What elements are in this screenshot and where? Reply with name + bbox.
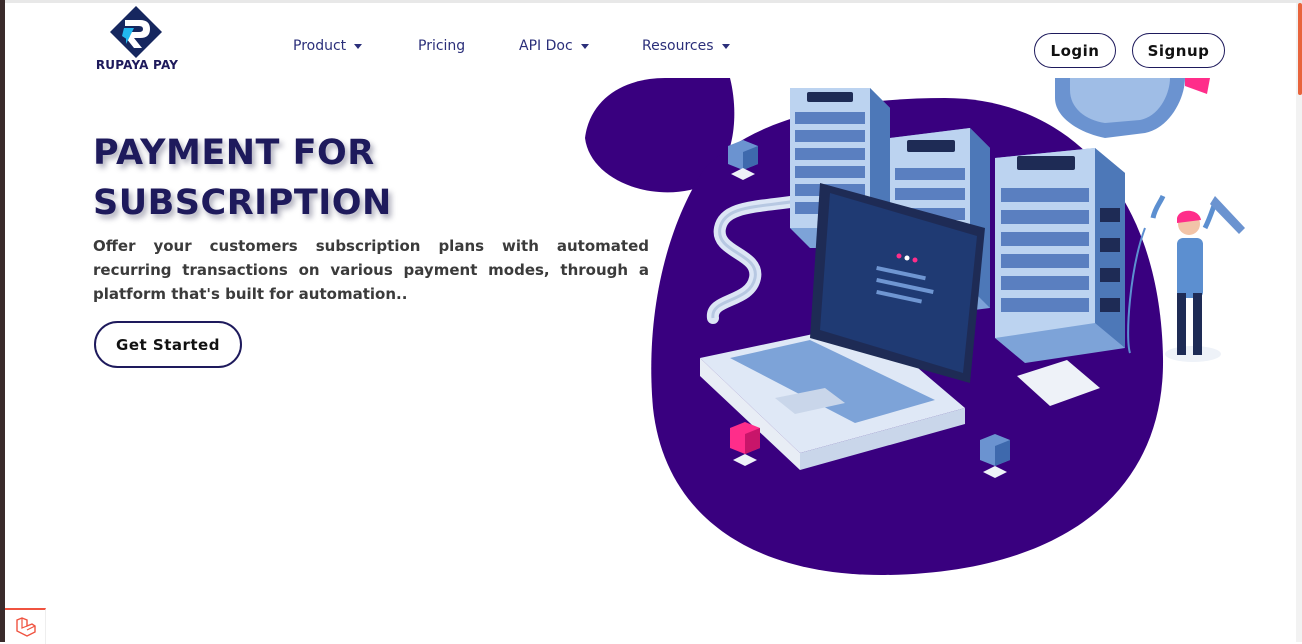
scrollbar-thumb[interactable] [1298, 3, 1302, 95]
hero-title: PAYMENT FOR SUBSCRIPTION [93, 128, 392, 228]
nav-api-doc[interactable]: API Doc [519, 38, 589, 54]
hero-description: Offer your customers subscription plans … [93, 237, 649, 303]
caret-down-icon [580, 44, 589, 49]
hero-title-line-2: SUBSCRIPTION [93, 183, 392, 223]
pink-cube-icon [730, 422, 760, 466]
brand-name: RUPAYA PAY [95, 58, 179, 72]
small-blue-cube-icon [728, 140, 758, 180]
get-started-button[interactable]: Get Started [94, 321, 242, 368]
nav-resources-label: Resources [642, 38, 714, 54]
caret-down-icon [721, 44, 730, 49]
laravel-icon [16, 617, 36, 637]
caret-down-icon [354, 44, 363, 49]
blue-cube-icon [980, 434, 1010, 478]
nav-pricing[interactable]: Pricing [418, 38, 465, 54]
signup-button[interactable]: Signup [1132, 33, 1225, 68]
nav-product[interactable]: Product [293, 38, 363, 54]
window-left-edge [0, 0, 5, 642]
nav-api-doc-label: API Doc [519, 38, 573, 54]
nav-pricing-label: Pricing [418, 38, 466, 54]
hero-title-line-1: PAYMENT FOR [93, 133, 375, 173]
laravel-debug-button[interactable] [5, 608, 46, 644]
scrollbar-track[interactable] [1296, 3, 1302, 642]
login-button[interactable]: Login [1034, 33, 1116, 68]
server-tower-3 [995, 148, 1125, 363]
nav-resources[interactable]: Resources [642, 38, 730, 54]
cloud-icon [1055, 78, 1210, 138]
server-laptop-illustration [585, 78, 1245, 576]
rupaya-pay-logo-icon [110, 6, 162, 58]
brand-logo[interactable]: RUPAYA PAY [94, 6, 180, 74]
window-top-edge [0, 0, 1302, 3]
nav-product-label: Product [293, 38, 347, 54]
